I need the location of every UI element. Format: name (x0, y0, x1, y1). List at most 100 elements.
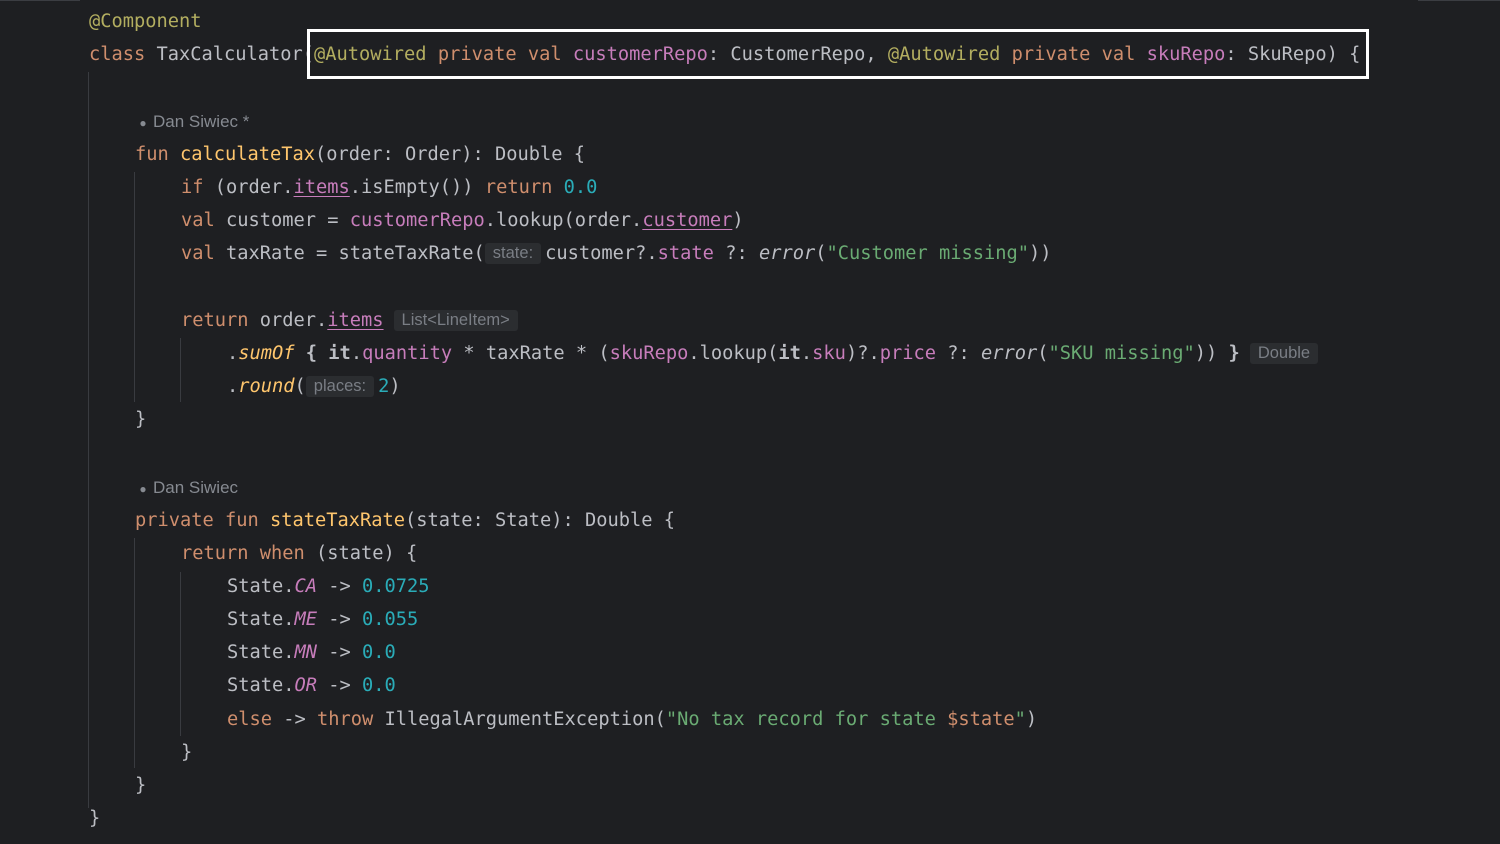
rate-value: 0.0725 (362, 576, 430, 597)
code-line-if-empty: if (order.items.isEmpty()) return 0.0 (181, 171, 597, 204)
code-line-round: .round(places: 2) (227, 370, 401, 403)
code-vision-author[interactable]: ● Dan Siwiec * (135, 105, 249, 138)
code-line-case-me: State.ME -> 0.055 (227, 603, 418, 636)
state-property: state (657, 243, 714, 264)
person-icon: ● (139, 116, 147, 130)
return-pre: order. (248, 310, 328, 331)
code-line-else-throw: else -> throw IllegalArgumentException("… (227, 703, 1037, 736)
indent-guide-calc (134, 172, 135, 402)
state-prefix: State. (227, 609, 295, 630)
code-line-case-ca: State.CA -> 0.0725 (227, 570, 430, 603)
code-line-close-when: } (181, 742, 193, 763)
dot: . (227, 376, 239, 397)
code-editor[interactable]: @Component class TaxCalculator(@Autowire… (0, 0, 1500, 844)
code-line-val-tax-rate: val taxRate = stateTaxRate(state: custome… (181, 237, 1052, 270)
keyword-return: return (181, 310, 249, 331)
code-line-calculate-tax-signature: fun calculateTax(order: Order): Double { (135, 138, 585, 171)
keyword-return-when: return when (181, 543, 305, 564)
code-line-case-or: State.OR -> 0.0 (227, 669, 396, 702)
elvis-operator: ?: (935, 343, 981, 364)
rate-value: 0.0 (362, 642, 396, 663)
state-enum-value: OR (294, 675, 318, 696)
indent-guide-when (180, 572, 181, 736)
sumof-mid: * taxRate * ( (452, 343, 610, 364)
code-line-annotation: @Component (89, 11, 202, 32)
keyword-return: return (484, 177, 553, 198)
indent-guide-chain (180, 338, 181, 402)
lookup-call: .lookup( (688, 343, 779, 364)
code-line-val-customer: val customer = customerRepo.lookup(order… (181, 204, 744, 237)
string-template-state: $state (947, 709, 1015, 730)
it-keyword-1: it (328, 343, 351, 364)
string-customer-missing: "Customer missing" (826, 243, 1029, 264)
code-line-close-calc: } (135, 409, 147, 430)
error-open: ( (1037, 343, 1049, 364)
state-enum-value: MN (294, 642, 318, 663)
class-name: TaxCalculator (145, 44, 303, 65)
number-literal: 0.0 (552, 177, 598, 198)
constructor-highlight-box (307, 29, 1369, 79)
code-line-case-mn: State.MN -> 0.0 (227, 636, 396, 669)
sku-repo-reference: skuRepo (609, 343, 689, 364)
arrow: -> (272, 709, 318, 730)
parameter-hint-places: places: (305, 376, 375, 397)
type-hint-double: Double (1249, 343, 1319, 364)
price-property: price (879, 343, 936, 364)
state-signature-rest: (state: State): Double { (405, 510, 676, 531)
it-keyword-2: it (778, 343, 801, 364)
when-rest: (state) { (304, 543, 418, 564)
lambda-close: } (1228, 343, 1240, 364)
function-name-calculate-tax: calculateTax (180, 144, 316, 165)
error-function: error (980, 343, 1038, 364)
sku-property: sku (812, 343, 846, 364)
state-prefix: State. (227, 675, 295, 696)
arrow: -> (317, 609, 363, 630)
rate-value: 0.055 (362, 609, 419, 630)
code-line-close-class: } (89, 808, 101, 829)
calc-signature-rest: (order: Order): Double { (315, 144, 586, 165)
round-function: round (238, 376, 295, 397)
round-close: ) (389, 376, 401, 397)
author-name: Dan Siwiec * (153, 112, 250, 131)
elvis-operator: ?: (713, 243, 759, 264)
rate-value: 0.0 (362, 675, 396, 696)
error-close: )) (1194, 343, 1229, 364)
code-line-state-tax-rate-signature: private fun stateTaxRate(state: State): … (135, 504, 675, 537)
state-enum-value: ME (294, 609, 318, 630)
author-name: Dan Siwiec (153, 478, 239, 497)
keyword-throw: throw (317, 709, 374, 730)
dot: . (350, 343, 363, 364)
error-open: ( (815, 243, 827, 264)
arrow: -> (317, 576, 363, 597)
customer-repo-reference: customerRepo (349, 210, 485, 231)
dot: . (227, 343, 239, 364)
if-pre: (order. (203, 177, 294, 198)
customer-pre: customer = (214, 210, 350, 231)
person-icon: ● (139, 482, 147, 496)
error-function: error (758, 243, 816, 264)
error-close: )) (1029, 243, 1052, 264)
lambda-open: { (294, 343, 329, 364)
code-line-sum-of: .sumOf { it.quantity * taxRate * (skuRep… (227, 337, 1319, 370)
keyword-val: val (181, 243, 215, 264)
keyword-class: class (89, 44, 146, 65)
parameter-hint-state: state: (484, 243, 542, 264)
items-reference: items (293, 177, 350, 198)
state-prefix: State. (227, 642, 295, 663)
keyword-else: else (227, 709, 273, 730)
sum-of-function: sumOf (238, 343, 295, 364)
keyword-val: val (181, 210, 215, 231)
arrow: -> (317, 642, 363, 663)
state-enum-value: CA (294, 576, 318, 597)
exception-close: ) (1025, 709, 1038, 730)
code-line-return-items: return order.items List<LineItem> (181, 304, 518, 337)
quantity-property: quantity (362, 343, 453, 364)
exception-constructor: IllegalArgumentException( (373, 709, 666, 730)
code-vision-author[interactable]: ● Dan Siwiec (135, 471, 238, 504)
number-literal: 2 (378, 376, 390, 397)
keyword-fun: fun (135, 144, 181, 165)
type-hint-list-line-item: List<LineItem> (393, 310, 518, 331)
items-reference: items (327, 310, 384, 331)
customer-post: ) (732, 210, 744, 231)
indent-guide-class (88, 72, 89, 808)
